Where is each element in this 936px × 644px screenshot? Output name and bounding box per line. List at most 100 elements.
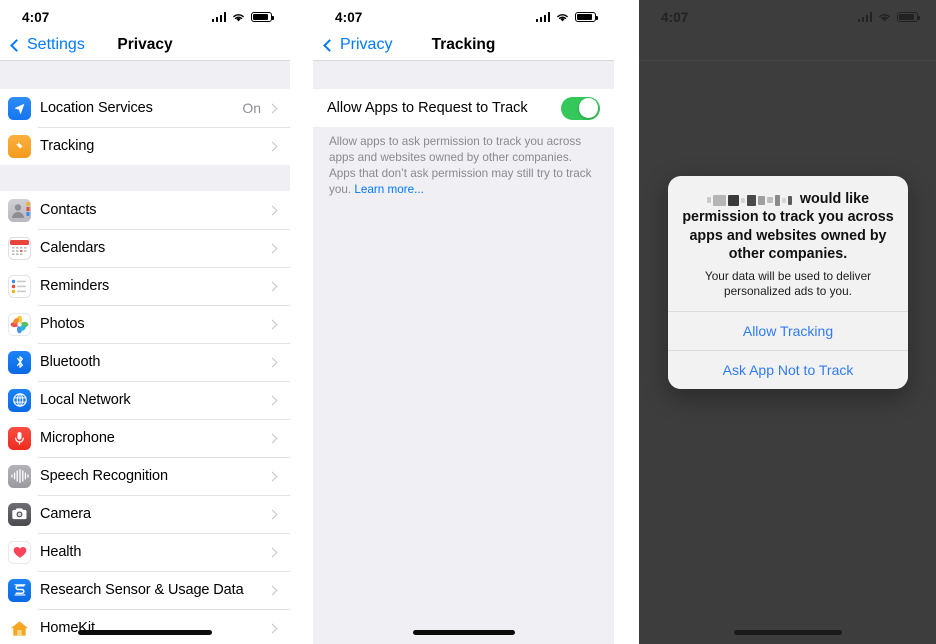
chevron-right-icon — [267, 243, 278, 253]
chevron-right-icon — [267, 509, 278, 519]
chevron-left-icon — [10, 38, 23, 52]
allow-tracking-button[interactable]: Allow Tracking — [668, 311, 908, 351]
sidebar-item-health[interactable]: Health — [0, 533, 290, 571]
back-button-label: Settings — [27, 36, 85, 53]
status-bar: 4:07 — [313, 0, 614, 30]
microphone-icon — [8, 426, 31, 450]
dialog-subtitle: Your data will be used to deliver person… — [704, 268, 872, 299]
home-indicator[interactable] — [412, 630, 515, 635]
phone-panel-privacy: 4:07 Settings Privacy Location Services … — [0, 0, 290, 644]
toggle-label: Allow Apps to Request to Track — [327, 100, 528, 116]
bluetooth-icon — [8, 350, 31, 374]
panel-divider-right — [614, 0, 639, 644]
section-gap — [0, 165, 290, 191]
status-bar: 4:07 — [0, 0, 290, 30]
dialog-title: would like permission to track you acros… — [681, 190, 895, 264]
cellular-signal-icon — [857, 12, 872, 22]
sidebar-item-local-network[interactable]: Local Network — [0, 381, 290, 419]
battery-icon — [575, 11, 598, 23]
calendar-icon — [8, 236, 31, 260]
status-time: 4:07 — [661, 9, 689, 25]
sidebar-item-microphone[interactable]: Microphone — [0, 419, 290, 457]
chevron-right-icon — [267, 103, 278, 113]
photos-icon — [8, 312, 31, 336]
tracking-icon — [8, 134, 31, 158]
sidebar-item-label: Contacts — [40, 202, 97, 218]
battery-icon — [251, 11, 274, 23]
sidebar-item-label: Microphone — [40, 430, 115, 446]
status-bar: 4:07 — [639, 0, 936, 30]
sidebar-item-label: Local Network — [40, 392, 131, 408]
contacts-icon — [8, 198, 31, 222]
location-arrow-icon — [8, 96, 31, 120]
redacted-app-name — [706, 191, 794, 206]
sidebar-item-label: Location Services — [40, 100, 153, 116]
cellular-signal-icon — [211, 12, 226, 22]
sidebar-item-label: Speech Recognition — [40, 468, 168, 484]
phone-panel-tracking: 4:07 Privacy Tracking Allow Apps to Requ… — [313, 0, 614, 644]
chevron-right-icon — [267, 471, 278, 481]
learn-more-link[interactable]: Learn more... — [354, 183, 424, 196]
back-button-privacy[interactable]: Privacy — [323, 36, 392, 54]
sidebar-item-label: Health — [40, 544, 82, 560]
settings-group-primary: Location Services On Tracking — [0, 89, 290, 165]
panel-divider-left — [290, 0, 313, 644]
sidebar-item-tracking[interactable]: Tracking — [0, 127, 290, 165]
dialog-body: would like permission to track you acros… — [668, 176, 908, 311]
sidebar-item-label: Tracking — [40, 138, 95, 154]
reminders-icon — [8, 274, 31, 298]
home-indicator[interactable] — [733, 630, 842, 635]
sidebar-item-location-services[interactable]: Location Services On — [0, 89, 290, 127]
sidebar-item-reminders[interactable]: Reminders — [0, 267, 290, 305]
chevron-right-icon — [267, 281, 278, 291]
sidebar-item-speech-recognition[interactable]: Speech Recognition — [0, 457, 290, 495]
allow-tracking-toggle[interactable] — [561, 96, 600, 120]
camera-icon — [8, 502, 31, 526]
sidebar-item-photos[interactable]: Photos — [0, 305, 290, 343]
wifi-icon — [557, 13, 568, 21]
sidebar-item-label: Camera — [40, 506, 91, 522]
toggle-knob — [578, 98, 599, 118]
chevron-right-icon — [267, 585, 278, 595]
allow-apps-request-track-row[interactable]: Allow Apps to Request to Track — [313, 89, 614, 127]
settings-list: Location Services On Tracking Contacts C… — [0, 61, 290, 644]
status-indicators — [857, 11, 920, 23]
section-gap — [313, 61, 614, 89]
wifi-icon — [233, 13, 244, 21]
status-time: 4:07 — [335, 9, 363, 25]
sidebar-item-label: Calendars — [40, 240, 106, 256]
research-sensor-icon — [8, 578, 31, 602]
sidebar-item-label: Research Sensor & Usage Data — [40, 582, 244, 598]
sidebar-item-calendars[interactable]: Calendars — [0, 229, 290, 267]
phone-panel-tracking-prompt: 4:07 would like permission to track you … — [639, 0, 936, 644]
chevron-right-icon — [267, 433, 278, 443]
chevron-right-icon — [267, 357, 278, 367]
chevron-right-icon — [267, 205, 278, 215]
settings-group-app-permissions: Contacts Calendars Reminders Photos Blue… — [0, 191, 290, 644]
nav-bar: Privacy Tracking — [313, 30, 614, 61]
status-indicators — [535, 11, 598, 23]
chevron-right-icon — [267, 547, 278, 557]
home-indicator[interactable] — [78, 630, 212, 635]
ask-app-not-to-track-button[interactable]: Ask App Not to Track — [668, 350, 908, 390]
three-phone-screenshot-composite: 4:07 Settings Privacy Location Services … — [0, 0, 936, 644]
chevron-right-icon — [267, 623, 278, 633]
tracking-settings-body: Allow Apps to Request to Track Allow app… — [313, 61, 614, 198]
status-time: 4:07 — [22, 9, 50, 25]
chevron-right-icon — [267, 141, 278, 151]
section-gap — [0, 61, 290, 89]
chevron-right-icon — [267, 319, 278, 329]
nav-divider — [639, 60, 936, 61]
battery-icon — [897, 11, 920, 23]
sidebar-item-research-sensor-usage-data[interactable]: Research Sensor & Usage Data — [0, 571, 290, 609]
sidebar-item-label: Photos — [40, 316, 85, 332]
tracking-permission-dialog: would like permission to track you acros… — [668, 176, 908, 390]
sidebar-item-contacts[interactable]: Contacts — [0, 191, 290, 229]
sidebar-item-homekit[interactable]: HomeKit — [0, 609, 290, 644]
sidebar-item-camera[interactable]: Camera — [0, 495, 290, 533]
sidebar-item-bluetooth[interactable]: Bluetooth — [0, 343, 290, 381]
row-value: On — [242, 100, 261, 116]
local-network-icon — [8, 388, 31, 412]
wifi-icon — [879, 13, 890, 21]
back-button-settings[interactable]: Settings — [10, 36, 85, 54]
